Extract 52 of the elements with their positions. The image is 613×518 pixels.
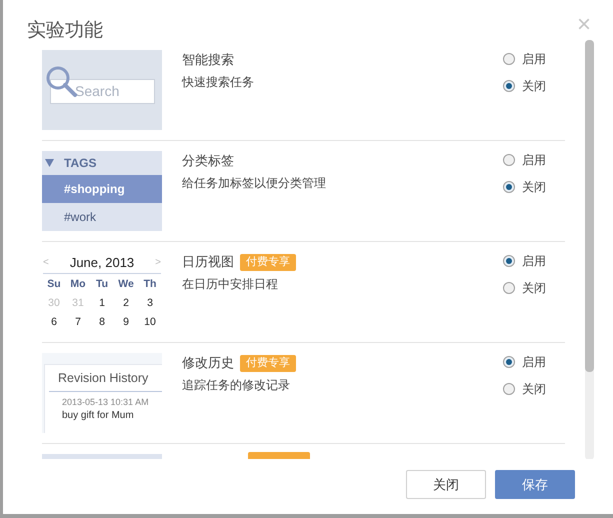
radio-option[interactable]: 启用 <box>503 352 565 371</box>
scrollbar[interactable] <box>585 40 594 460</box>
calendar-day[interactable]: 3 <box>138 294 162 313</box>
radio-button[interactable] <box>503 52 515 64</box>
feature-description: 快速搜索任务 <box>182 74 255 91</box>
revision-title: Revision History <box>49 365 162 392</box>
revision-date: 2013-05-13 10:31 AM <box>62 396 150 408</box>
feature-name: 日历视图 <box>182 253 234 272</box>
calendar-day[interactable]: 1 <box>90 294 114 313</box>
calendar-day[interactable]: 2 <box>114 294 138 313</box>
tag-item[interactable]: #work <box>42 203 162 231</box>
weekday-label: Th <box>142 277 158 292</box>
radio-button[interactable] <box>503 180 515 192</box>
radio-button[interactable] <box>503 80 515 92</box>
dialog-title: 实验功能 <box>27 18 103 43</box>
premium-badge: 付费专享 <box>240 254 296 270</box>
calendar-day[interactable]: 9 <box>114 313 138 332</box>
calendar-day[interactable]: 10 <box>138 313 162 332</box>
radio-option[interactable]: 关闭 <box>503 379 565 398</box>
feature-name: 分类标签 <box>182 152 234 170</box>
weekday-label: We <box>117 277 135 292</box>
revision-entry: buy gift for Mum <box>62 409 135 423</box>
radio-button[interactable] <box>503 282 515 294</box>
close-button[interactable]: 关闭 <box>406 470 486 499</box>
weekday-label: Mo <box>69 277 87 292</box>
calendar-day[interactable]: 6 <box>42 313 66 332</box>
section-header: TAGS <box>64 155 96 172</box>
feature-name: 智能搜索 <box>182 51 234 70</box>
collapse-triangle-icon <box>45 159 54 167</box>
radio-button[interactable] <box>503 382 515 394</box>
radio-option[interactable]: 启用 <box>503 150 565 169</box>
feature-description: 在日历中安排日程 <box>182 276 279 293</box>
scrollbar-thumb[interactable] <box>585 40 594 372</box>
radio-button[interactable] <box>503 254 515 266</box>
calendar-day[interactable]: 7 <box>66 313 90 332</box>
calendar-day[interactable]: 8 <box>90 313 114 332</box>
feature-name: 修改历史 <box>182 354 234 372</box>
radio-option[interactable]: 关闭 <box>503 177 565 196</box>
save-button[interactable]: 保存 <box>495 470 575 499</box>
weekday-label: Tu <box>94 277 110 292</box>
search-icon <box>45 65 78 98</box>
feature-description: 给任务加标签以便分类管理 <box>182 175 327 192</box>
feature-description: 追踪任务的修改记录 <box>182 377 291 394</box>
radio-option[interactable]: 关闭 <box>503 76 565 95</box>
radio-option[interactable]: 启用 <box>503 251 565 270</box>
radio-option[interactable]: 启用 <box>503 49 565 68</box>
weekday-label: Su <box>46 277 62 292</box>
radio-button[interactable] <box>503 356 515 368</box>
premium-badge: 付费专享 <box>240 354 296 372</box>
month-label: June, 2013 <box>70 254 134 272</box>
radio-option[interactable]: 关闭 <box>503 278 565 297</box>
radio-button[interactable] <box>503 154 515 166</box>
